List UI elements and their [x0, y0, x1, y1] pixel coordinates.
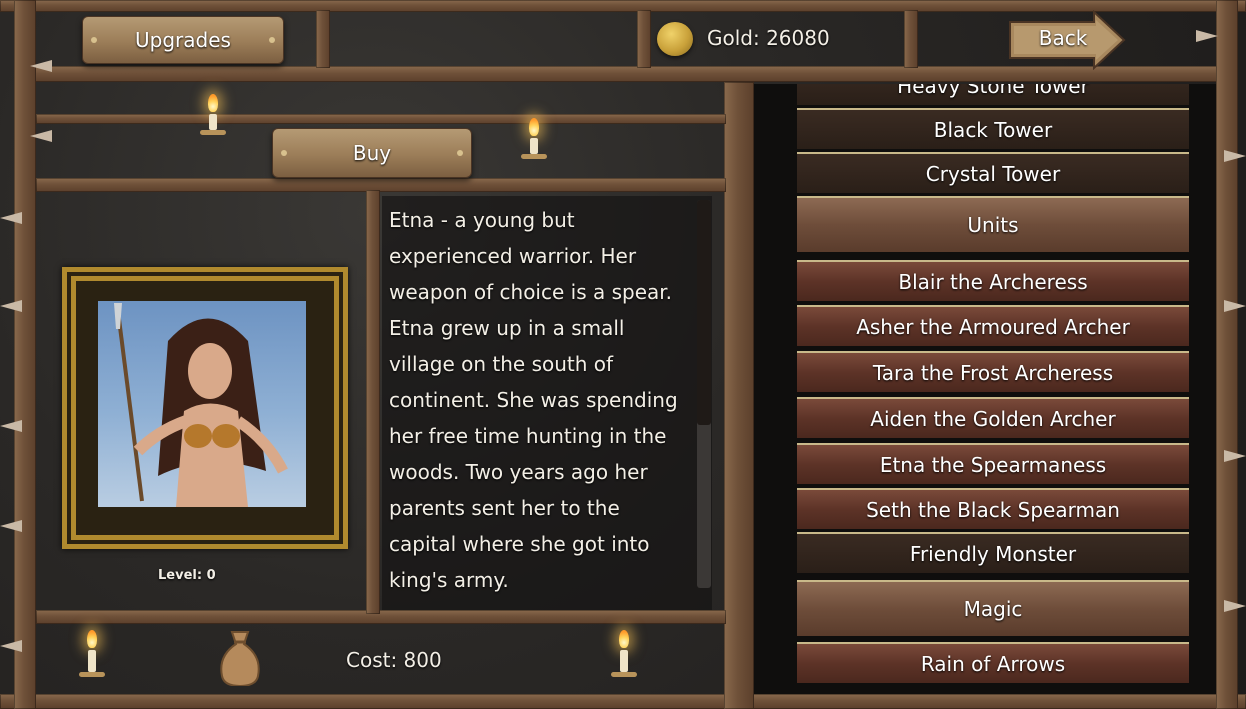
description-line: woods. Two years ago her: [389, 460, 648, 484]
buy-label: Buy: [352, 141, 392, 165]
list-category-magic: Magic: [797, 580, 1189, 636]
upgrades-button[interactable]: Upgrades: [82, 16, 284, 64]
back-button[interactable]: Back: [1008, 10, 1128, 70]
item-list: Heavy Stone Tower Black Tower Crystal To…: [797, 84, 1189, 692]
spike-icon: [30, 130, 52, 142]
description-line: weapon of choice is a spear.: [389, 280, 673, 304]
portrait-divider-post: [366, 190, 380, 614]
description-line: capital where she got into: [389, 532, 650, 556]
spike-icon: [0, 300, 22, 312]
candle-icon: [79, 630, 105, 677]
spike-icon: [1224, 600, 1246, 612]
spike-icon: [30, 60, 52, 72]
list-item-crystal-tower[interactable]: Crystal Tower: [797, 152, 1189, 193]
gold-counter: Gold: 26080: [707, 26, 830, 50]
list-item-etna[interactable]: Etna the Spearmaness: [797, 443, 1189, 484]
spike-icon: [1196, 30, 1218, 42]
description-line: Etna grew up in a small: [389, 316, 625, 340]
cost-label: Cost: 800: [346, 648, 442, 672]
spike-icon: [0, 212, 22, 224]
list-item-heavy-stone-tower[interactable]: Heavy Stone Tower: [797, 84, 1189, 105]
center-post: [724, 82, 754, 709]
list-item-black-tower[interactable]: Black Tower: [797, 108, 1189, 149]
candle-icon: [611, 630, 637, 677]
lower-shelf-beam: [36, 610, 726, 624]
candle-icon: [521, 118, 547, 159]
gold-coin-icon: [657, 22, 693, 56]
list-item-asher[interactable]: Asher the Armoured Archer: [797, 305, 1189, 346]
buy-shelf-beam: [36, 178, 726, 192]
description-line: experienced warrior. Her: [389, 244, 637, 268]
description-scrollbar-thumb[interactable]: [697, 200, 711, 425]
spike-icon: [1224, 450, 1246, 462]
header-divider-2: [637, 10, 651, 68]
spearwoman-figure: [114, 303, 288, 507]
list-category-units: Units: [797, 196, 1189, 252]
list-item-rain-of-arrows[interactable]: Rain of Arrows: [797, 642, 1189, 683]
upgrades-label: Upgrades: [135, 28, 231, 52]
list-item-seth[interactable]: Seth the Black Spearman: [797, 488, 1189, 529]
description-line: parents sent her to the: [389, 496, 620, 520]
spike-icon: [1224, 150, 1246, 162]
description-line: continent. She was spending: [389, 388, 678, 412]
candle-icon: [200, 94, 226, 135]
spike-icon: [0, 420, 22, 432]
description-scrollbar-track[interactable]: [697, 200, 711, 588]
spike-icon: [1224, 300, 1246, 312]
bottom-beam: [0, 694, 1246, 709]
back-label: Back: [1038, 26, 1088, 50]
description-line: Etna - a young but: [389, 208, 575, 232]
left-post: [14, 0, 36, 709]
description-line: her free time hunting in the: [389, 424, 667, 448]
description-line: village on the south of: [389, 352, 614, 376]
list-item-blair[interactable]: Blair the Archeress: [797, 260, 1189, 301]
upper-shelf-beam: [36, 114, 726, 124]
header-divider-3: [904, 10, 918, 68]
hero-portrait: [98, 301, 306, 507]
level-label: Level: 0: [158, 568, 216, 583]
header-divider-1: [316, 10, 330, 68]
description-line: king's army.: [389, 568, 509, 592]
hero-description: Etna - a young but experienced warrior. …: [389, 202, 694, 598]
money-bag-icon: [218, 626, 262, 688]
list-item-aiden[interactable]: Aiden the Golden Archer: [797, 397, 1189, 438]
list-item-tara[interactable]: Tara the Frost Archeress: [797, 351, 1189, 392]
list-item-friendly-monster[interactable]: Friendly Monster: [797, 532, 1189, 573]
spike-icon: [0, 520, 22, 532]
buy-button[interactable]: Buy: [272, 128, 472, 178]
spike-icon: [0, 640, 22, 652]
portrait-frame: [62, 267, 348, 549]
